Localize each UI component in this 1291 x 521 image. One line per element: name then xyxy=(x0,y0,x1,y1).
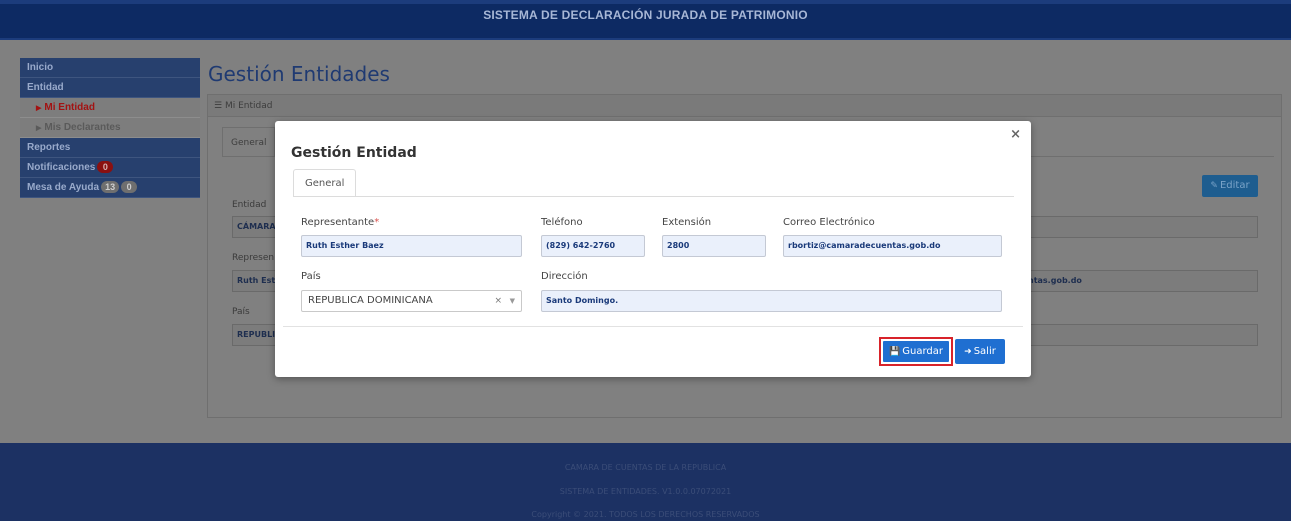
sidebar-item-label: Mis Declarantes xyxy=(44,122,121,133)
modal-gestion-entidad: × Gestión Entidad General Representante*… xyxy=(275,121,1031,377)
sidebar-item-label: Mi Entidad xyxy=(44,102,95,113)
sidebar: Inicio Entidad ▶ Mi Entidad ▶ Mis Declaran… xyxy=(20,58,200,198)
breadcrumb-label: Mi Entidad xyxy=(224,101,273,111)
sidebar-item-label: Mesa de Ayuda xyxy=(27,182,100,193)
close-icon[interactable]: × xyxy=(1010,127,1021,142)
notification-badge: 0 xyxy=(97,161,114,174)
caret-right-icon: ▶ xyxy=(36,125,42,132)
save-icon: 💾 xyxy=(889,347,901,357)
guardar-button-highlight: 💾 Guardar xyxy=(879,337,953,366)
salir-button[interactable]: ➜ Salir xyxy=(955,339,1005,364)
required-marker: * xyxy=(374,217,380,228)
edit-button-label: Editar xyxy=(1219,180,1250,191)
caret-right-icon: ▶ xyxy=(36,105,42,112)
page-title: Gestión Entidades xyxy=(208,62,390,86)
tab-divider xyxy=(293,196,1014,197)
tab-general-background[interactable]: General xyxy=(222,127,276,157)
entidad-label: Entidad xyxy=(232,200,267,210)
footer-line: SISTEMA DE ENTIDADES. V1.0.0.07072021 xyxy=(559,487,732,496)
edit-icon: ✎ xyxy=(1210,181,1218,191)
sidebar-item-label: Entidad xyxy=(27,82,64,93)
representante-label-text: Representante xyxy=(301,217,375,228)
pais-select[interactable]: REPUBLICA DOMINICANA × ▼ xyxy=(301,290,522,312)
representante-input[interactable]: Ruth Esther Baez xyxy=(301,235,522,257)
correo-label: Correo Electrónico xyxy=(783,217,875,228)
telefono-input[interactable]: (829) 642-2760 xyxy=(541,235,645,257)
guardar-button-label: Guardar xyxy=(902,346,943,357)
sidebar-item-label: Notificaciones xyxy=(27,162,96,173)
tab-general[interactable]: General xyxy=(293,169,357,197)
extension-label: Extensión xyxy=(662,217,712,228)
chevron-down-icon[interactable]: ▼ xyxy=(510,291,515,311)
help-badge-count: 13 xyxy=(101,181,120,194)
top-header: SISTEMA DE DECLARACIÓN JURADA DE PATRIMO… xyxy=(0,0,1291,40)
footer-line: Copyright © 2021. TODOS LOS DERECHOS RES… xyxy=(531,510,760,519)
sidebar-item-mi-entidad[interactable]: ▶ Mi Entidad xyxy=(20,98,200,118)
sidebar-item-label: Inicio xyxy=(27,62,54,73)
sidebar-item-label: Reportes xyxy=(27,142,71,153)
salir-button-label: Salir xyxy=(973,346,996,357)
help-badge-secondary: 0 xyxy=(121,181,138,194)
direccion-input[interactable]: Santo Domingo. xyxy=(541,290,1002,312)
app-title: SISTEMA DE DECLARACIÓN JURADA DE PATRIMO… xyxy=(483,8,808,22)
representante-bg-label: Represen xyxy=(232,253,275,263)
sidebar-item-mesa-de-ayuda[interactable]: Mesa de Ayuda 13 0 xyxy=(20,178,200,198)
pais-label: País xyxy=(301,271,321,282)
pais-select-value: REPUBLICA DOMINICANA xyxy=(308,295,433,306)
breadcrumb: ☰ Mi Entidad xyxy=(208,95,1281,117)
guardar-button[interactable]: 💾 Guardar xyxy=(883,341,949,362)
sign-out-icon: ➜ xyxy=(964,347,972,357)
sidebar-item-notificaciones[interactable]: Notificaciones 0 xyxy=(20,158,200,178)
list-icon: ☰ xyxy=(214,101,223,111)
direccion-label: Dirección xyxy=(541,271,588,282)
clear-icon[interactable]: × xyxy=(494,291,502,311)
extension-input[interactable]: 2800 xyxy=(662,235,766,257)
correo-input[interactable]: rbortiz@camaradecuentas.gob.do xyxy=(783,235,1002,257)
email-bg-value: ntas.gob.do xyxy=(1028,276,1082,285)
sidebar-item-reportes[interactable]: Reportes xyxy=(20,138,200,158)
edit-button[interactable]: ✎ Editar xyxy=(1202,175,1258,197)
modal-title: Gestión Entidad xyxy=(291,145,417,161)
sidebar-item-mis-declarantes[interactable]: ▶ Mis Declarantes xyxy=(20,118,200,138)
pais-bg-label: País xyxy=(232,307,250,317)
telefono-label: Teléfono xyxy=(541,217,583,228)
footer: CAMARA DE CUENTAS DE LA REPUBLICA SISTEM… xyxy=(0,443,1291,521)
sidebar-item-entidad[interactable]: Entidad xyxy=(20,78,200,98)
sidebar-item-inicio[interactable]: Inicio xyxy=(20,58,200,78)
representante-label: Representante* xyxy=(301,217,379,228)
footer-line: CAMARA DE CUENTAS DE LA REPUBLICA xyxy=(564,463,727,472)
modal-footer-divider xyxy=(283,326,1023,327)
